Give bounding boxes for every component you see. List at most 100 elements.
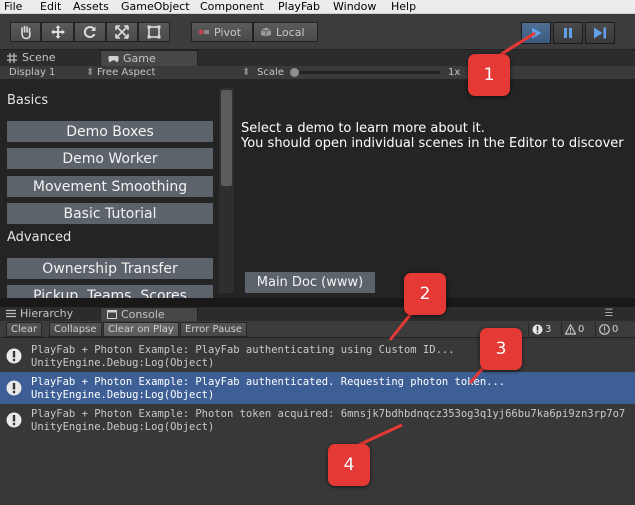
pause-button[interactable]: [553, 22, 583, 44]
tab-hierarchy[interactable]: Hierarchy: [0, 307, 99, 321]
collapse-button[interactable]: Collapse: [49, 322, 102, 337]
tab-hierarchy-label: Hierarchy: [20, 307, 74, 320]
ownership-transfer-button[interactable]: Ownership Transfer: [7, 258, 213, 279]
dropdown-arrows-icon: ⬍: [86, 67, 95, 78]
grid-icon: [7, 53, 17, 63]
demo-boxes-button[interactable]: Demo Boxes: [7, 121, 213, 142]
menu-edit[interactable]: Edit: [40, 0, 61, 13]
display-dropdown[interactable]: Display 1: [9, 66, 55, 79]
scale-label: Scale: [257, 67, 284, 78]
log-entry[interactable]: PlayFab + Photon Example: Photon token a…: [0, 404, 635, 436]
dropdown-arrows-icon: ⬍: [242, 67, 251, 78]
pickup-teams-scores-button[interactable]: Pickup, Teams, Scores: [7, 285, 213, 298]
tab-options-icon[interactable]: ☰: [600, 308, 618, 320]
main-toolbar: Pivot Local: [0, 14, 635, 50]
error-icon: [599, 324, 610, 335]
lower-tab-strip: Hierarchy Console ☰: [0, 307, 635, 321]
local-toggle[interactable]: Local: [253, 22, 318, 42]
tab-scene[interactable]: Scene: [0, 50, 99, 66]
errors-filter-toggle[interactable]: 0: [561, 322, 587, 337]
hand-icon: [20, 25, 31, 40]
move-tool-button[interactable]: [41, 22, 74, 42]
tab-console-label: Console: [121, 308, 165, 321]
tab-console[interactable]: Console: [100, 307, 198, 321]
log-entry-selected[interactable]: PlayFab + Photon Example: PlayFab authen…: [0, 372, 635, 404]
messages-count: 0: [612, 324, 619, 335]
rotate-tool-button[interactable]: [74, 22, 106, 42]
tab-scene-label: Scene: [22, 51, 56, 64]
basics-heading: Basics: [7, 93, 49, 108]
demo-list-scrollbar-thumb[interactable]: [221, 90, 232, 186]
step-button[interactable]: [585, 22, 615, 44]
panel-splitter[interactable]: [0, 298, 635, 307]
annotation-badge-3: 3: [480, 328, 522, 370]
log-stack: UnityEngine.Debug:Log(Object): [31, 389, 215, 401]
annotation-badge-2: 2: [404, 273, 446, 315]
console-toolbar: Clear Collapse Clear on Play Error Pause…: [0, 321, 635, 338]
intro-text-line1: Select a demo to learn more about it.: [241, 121, 485, 136]
tab-game-label: Game: [123, 52, 156, 65]
console-icon: [107, 310, 117, 319]
basic-tutorial-button[interactable]: Basic Tutorial: [7, 203, 213, 224]
menu-window[interactable]: Window: [333, 0, 376, 13]
messages-filter-toggle[interactable]: 0: [595, 322, 621, 337]
step-icon: [594, 27, 606, 39]
triangle-warning-icon: [565, 324, 576, 335]
local-label: Local: [276, 25, 305, 39]
warning-icon: [6, 412, 22, 428]
list-icon: [6, 309, 16, 318]
log-stack: UnityEngine.Debug:Log(Object): [31, 421, 215, 433]
menu-component[interactable]: Component: [200, 0, 264, 13]
pause-icon: [564, 28, 572, 38]
editor-tab-strip: Scene Game: [0, 50, 635, 66]
demo-worker-button[interactable]: Demo Worker: [7, 148, 213, 169]
log-message: PlayFab + Photon Example: PlayFab authen…: [31, 376, 506, 388]
play-icon: [532, 27, 542, 39]
pivot-icon: [198, 29, 209, 35]
log-message: PlayFab + Photon Example: Photon token a…: [31, 408, 626, 420]
advanced-heading: Advanced: [7, 230, 72, 245]
clear-button[interactable]: Clear: [6, 322, 43, 337]
main-doc-button[interactable]: Main Doc (www): [245, 272, 375, 293]
error-pause-toggle[interactable]: Error Pause: [180, 322, 247, 337]
annotation-badge-4: 4: [328, 444, 370, 486]
log-stack: UnityEngine.Debug:Log(Object): [31, 357, 215, 369]
intro-text-line2: You should open individual scenes in the…: [241, 136, 624, 151]
console-log-list: PlayFab + Photon Example: PlayFab authen…: [0, 338, 635, 505]
rotate-icon: [84, 26, 96, 38]
scale-icon: [115, 25, 129, 39]
scale-slider-handle[interactable]: [290, 68, 299, 77]
annotation-badge-1: 1: [468, 54, 510, 96]
warnings-filter-toggle[interactable]: 3: [528, 322, 554, 337]
scale-tool-button[interactable]: [106, 22, 138, 42]
game-view-toolbar: Display 1 ⬍ Free Aspect ⬍ Scale 1x: [0, 66, 635, 80]
gamepad-icon: [108, 56, 119, 63]
menu-playfab[interactable]: PlayFab: [278, 0, 320, 13]
scale-slider-track[interactable]: [290, 71, 440, 74]
menu-gameobject[interactable]: GameObject: [121, 0, 190, 13]
play-button[interactable]: [521, 22, 551, 44]
movement-smoothing-button[interactable]: Movement Smoothing: [7, 176, 213, 197]
warnings-count: 3: [545, 324, 552, 335]
warning-icon: [6, 348, 22, 364]
scale-value: 1x: [448, 67, 461, 78]
warning-icon: [532, 324, 543, 335]
log-entry[interactable]: PlayFab + Photon Example: PlayFab authen…: [0, 340, 635, 372]
pivot-toggle[interactable]: Pivot: [191, 22, 253, 42]
clear-on-play-toggle[interactable]: Clear on Play: [103, 322, 179, 337]
rect-tool-button[interactable]: [138, 22, 170, 42]
pivot-label: Pivot: [214, 25, 242, 39]
rect-tool-icon: [147, 25, 161, 39]
menu-file[interactable]: File: [4, 0, 22, 13]
game-view: Basics Demo Boxes Demo Worker Movement S…: [0, 80, 635, 298]
log-message: PlayFab + Photon Example: PlayFab authen…: [31, 344, 455, 356]
menu-assets[interactable]: Assets: [73, 0, 109, 13]
tab-game[interactable]: Game: [100, 50, 198, 66]
menu-bar: File Edit Assets GameObject Component Pl…: [0, 0, 635, 14]
aspect-dropdown[interactable]: Free Aspect: [97, 66, 155, 79]
move-icon: [50, 25, 65, 39]
errors-count: 0: [578, 324, 585, 335]
hand-tool-button[interactable]: [10, 22, 41, 42]
warning-icon: [6, 380, 22, 396]
menu-help[interactable]: Help: [391, 0, 416, 13]
